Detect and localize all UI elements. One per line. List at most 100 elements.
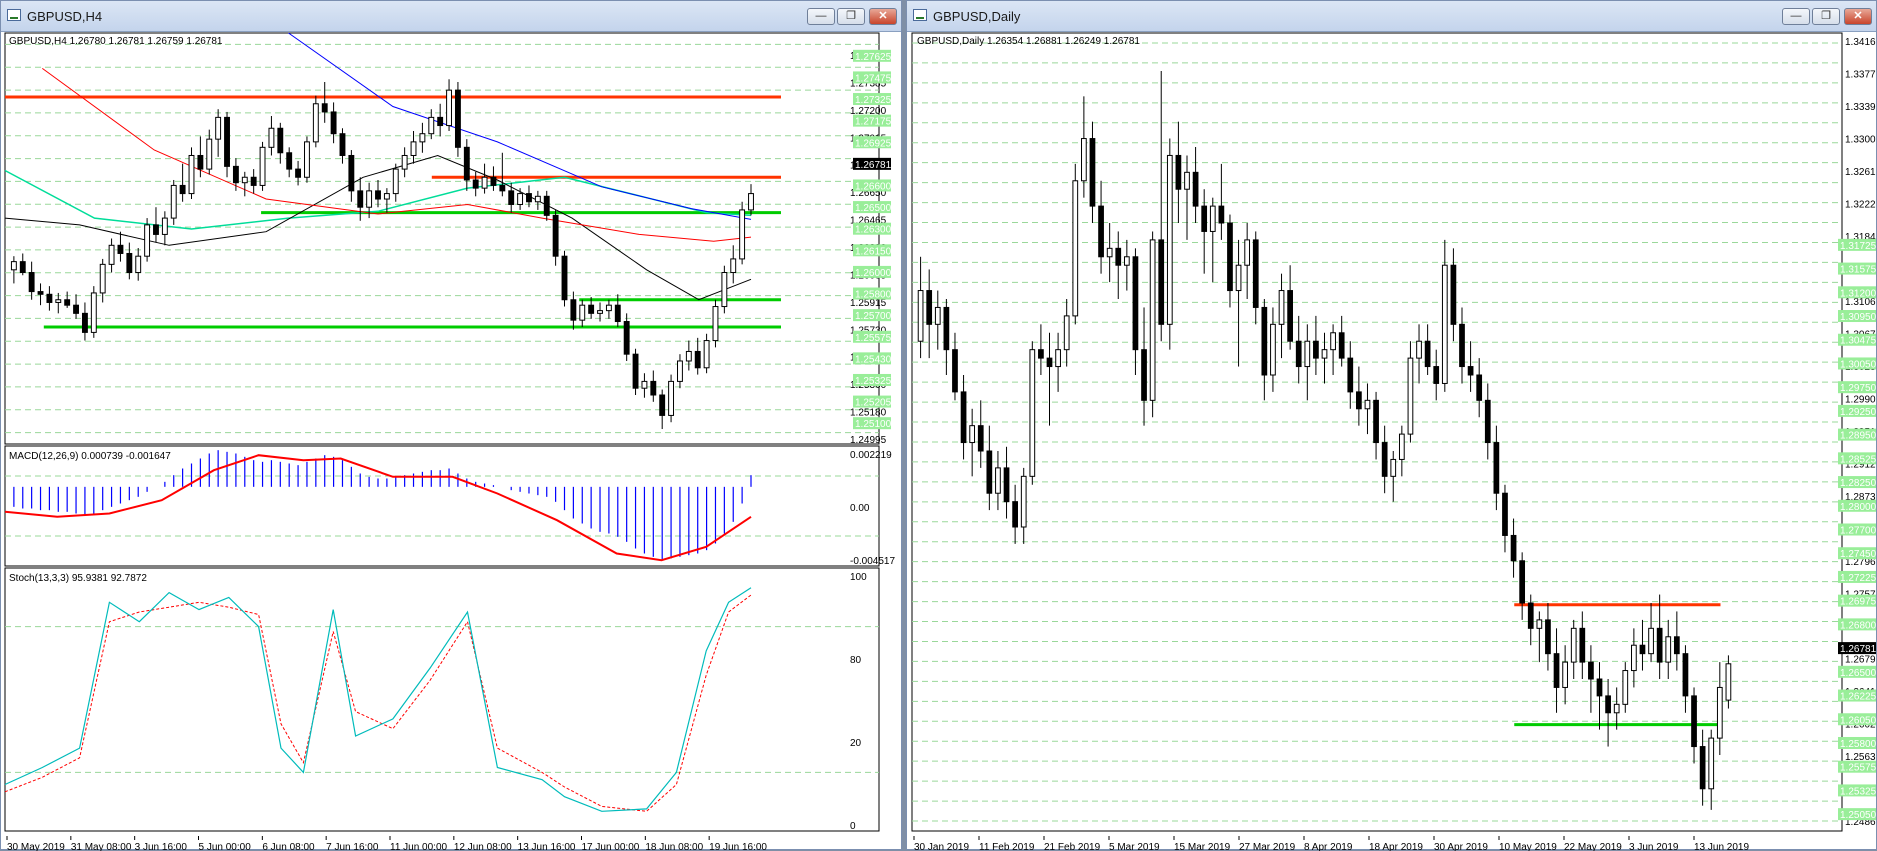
minimize-button[interactable]: — xyxy=(807,8,835,25)
candle-bear xyxy=(1493,442,1500,494)
price-tag-label: 1.29250 xyxy=(1840,407,1876,418)
candle-bull xyxy=(917,290,924,342)
candle-bear xyxy=(1381,442,1388,477)
y-tick-label: 1.34160 xyxy=(1845,37,1876,48)
price-tag-label: 1.26600 xyxy=(855,181,892,192)
price-tag-label: 1.31725 xyxy=(1840,241,1876,252)
price-tag-label: 1.28525 xyxy=(1840,454,1876,465)
candle-bull xyxy=(392,168,399,195)
candle-bull xyxy=(1441,264,1448,384)
h4-chart-area[interactable]: 1.275701.273851.272001.270151.268351.266… xyxy=(1,31,901,851)
candle-bull xyxy=(90,292,97,333)
candle-bull xyxy=(1622,670,1629,705)
candle-bear xyxy=(197,154,204,170)
candle-bull xyxy=(748,193,754,211)
candle-bull xyxy=(995,467,1001,494)
price-tag-label: 1.26500 xyxy=(855,203,892,214)
candle-bull xyxy=(1029,349,1036,477)
price-tag-label: 1.30475 xyxy=(1840,336,1876,347)
y-tick-label: 1.24995 xyxy=(850,435,887,446)
candle-bull xyxy=(1631,644,1637,672)
y-tick-label: 1.26790 xyxy=(1845,655,1876,666)
candle-bear xyxy=(632,353,639,389)
close-button[interactable]: ✕ xyxy=(1844,8,1872,25)
title-bar[interactable]: GBPUSD,H4 — ❐ ✕ xyxy=(1,1,901,32)
current-price-label: 1.26781 xyxy=(1840,644,1876,655)
minimize-button[interactable]: — xyxy=(1782,8,1810,25)
price-tag-label: 1.28250 xyxy=(1840,478,1876,489)
candle-bear xyxy=(277,127,284,154)
candle-bear xyxy=(623,321,630,355)
title-bar[interactable]: GBPUSD,Daily — ❐ ✕ xyxy=(907,1,1876,32)
candle-bear xyxy=(295,168,302,178)
current-price-label: 1.26781 xyxy=(855,160,892,171)
stoch-y-tick: 100 xyxy=(850,572,867,583)
restore-button[interactable]: ❐ xyxy=(837,8,865,25)
candle-bear xyxy=(508,190,515,205)
close-button[interactable]: ✕ xyxy=(869,8,897,25)
candle-bull xyxy=(312,103,319,143)
candle-bear xyxy=(1502,492,1508,536)
candle-bear xyxy=(1673,636,1680,655)
candle-bear xyxy=(1132,256,1139,351)
candle-bear xyxy=(1519,560,1526,604)
candle-bear xyxy=(472,179,479,189)
price-tag-label: 1.29750 xyxy=(1840,383,1876,394)
candle-bull xyxy=(428,116,435,135)
candle-bear xyxy=(348,154,355,192)
candle-bull xyxy=(1716,686,1723,739)
stochastic-panel xyxy=(4,567,880,832)
candle-bear xyxy=(64,299,71,306)
macd-y-tick: 0.00 xyxy=(850,503,870,514)
candle-bull xyxy=(1278,290,1285,325)
daily-chart-area[interactable]: 1.34160 1.33770 1.33390 1.33000 1.32610 1.322… xyxy=(907,31,1876,851)
price-tag-label: 1.26300 xyxy=(855,225,892,236)
candle-bear xyxy=(1201,205,1208,232)
candle-bear xyxy=(1141,349,1147,401)
price-tag-label: 1.30050 xyxy=(1840,359,1876,370)
candle-bear xyxy=(1656,627,1663,663)
macd-y-tick: -0.004517 xyxy=(850,556,895,567)
candle-bear xyxy=(330,111,337,135)
candle-bull xyxy=(1020,475,1027,528)
main-price-panel xyxy=(4,32,880,445)
candle-bear xyxy=(179,184,186,195)
h4-legend: GBPUSD,H4 1.26780 1.26781 1.26759 1.2678… xyxy=(9,36,223,47)
stoch-y-tick: 20 xyxy=(850,738,862,749)
candle-bull xyxy=(55,299,62,303)
candle-bear xyxy=(1295,340,1302,368)
chart-window-icon xyxy=(7,9,21,21)
candle-bear xyxy=(1218,205,1225,224)
candle-bear xyxy=(659,394,666,416)
window-gbpusd-h4[interactable]: GBPUSD,H4 — ❐ ✕ 1.275701.273851.272001.2… xyxy=(0,0,902,851)
candle-bull xyxy=(1613,703,1620,714)
candle-bull xyxy=(969,425,976,444)
candle-bull xyxy=(677,360,683,382)
candle-bear xyxy=(437,116,444,127)
candle-bear xyxy=(1545,619,1551,655)
candle-bear xyxy=(454,89,461,148)
candle-bear xyxy=(1433,366,1440,384)
candle-bull xyxy=(1149,239,1156,401)
price-tag-label: 1.31200 xyxy=(1840,288,1876,299)
candle-bear xyxy=(499,184,506,192)
candle-bear xyxy=(126,252,133,274)
candle-bear xyxy=(1227,222,1233,292)
candle-bear xyxy=(1450,264,1457,325)
candle-bear xyxy=(588,304,595,314)
window-title: GBPUSD,Daily xyxy=(933,9,1021,24)
y-tick-label: 1.33390 xyxy=(1845,102,1876,113)
restore-button[interactable]: ❐ xyxy=(1812,8,1840,25)
price-tag-label: 1.27175 xyxy=(855,117,892,128)
candle-bear xyxy=(926,290,933,325)
price-tag-label: 1.26050 xyxy=(1840,715,1876,726)
candle-bull xyxy=(597,310,603,314)
candle-bull xyxy=(1665,636,1672,663)
daily-legend: GBPUSD,Daily 1.26354 1.26881 1.26249 1.2… xyxy=(917,36,1140,47)
price-tag-label: 1.27475 xyxy=(855,73,892,84)
price-tag-label: 1.26800 xyxy=(1840,620,1876,631)
window-gbpusd-daily[interactable]: GBPUSD,Daily — ❐ ✕ 1.34160 1.33770 1.33390… xyxy=(906,0,1877,851)
candle-bear xyxy=(1313,340,1319,359)
candle-bear xyxy=(1261,306,1268,376)
candle-bear xyxy=(1252,239,1259,308)
